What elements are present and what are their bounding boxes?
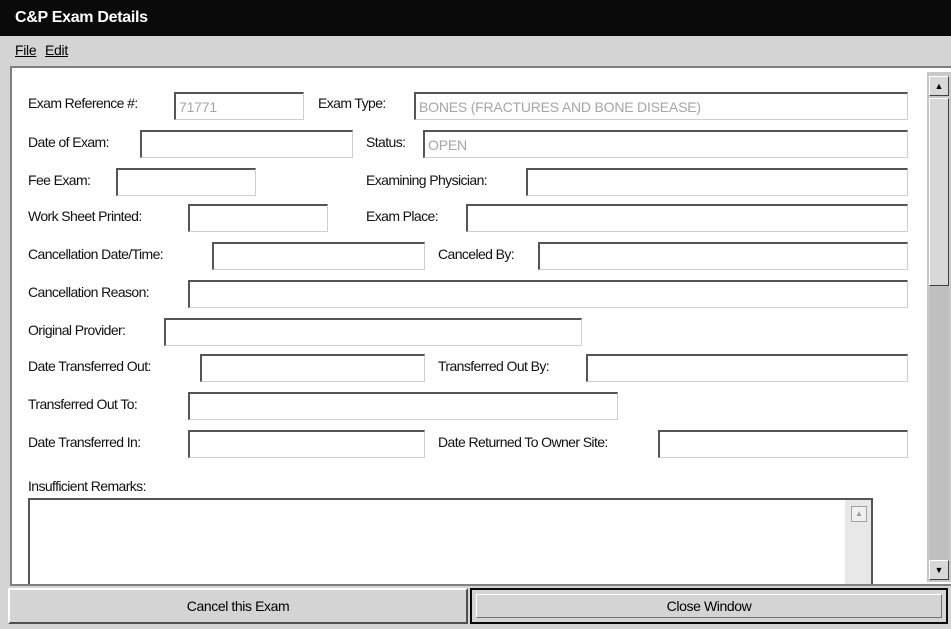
cancellation-datetime-field[interactable] bbox=[212, 242, 425, 270]
cancel-exam-label: Cancel this Exam bbox=[186, 598, 290, 614]
exam-place-label: Exam Place: bbox=[366, 208, 439, 224]
exam-type-label: Exam Type: bbox=[318, 95, 386, 111]
canceled-by-label: Canceled By: bbox=[438, 246, 515, 262]
window-title: C&P Exam Details bbox=[15, 9, 148, 26]
status-label: Status: bbox=[366, 134, 406, 150]
insufficient-remarks-textarea[interactable]: ▲ bbox=[28, 498, 873, 584]
close-window-focus-frame: Close Window bbox=[476, 594, 942, 618]
cancel-exam-button[interactable]: Cancel this Exam bbox=[8, 588, 468, 624]
original-provider-label: Original Provider: bbox=[28, 322, 126, 338]
cancellation-reason-field[interactable] bbox=[188, 280, 908, 308]
status-field[interactable]: OPEN bbox=[423, 130, 908, 158]
transferred-out-to-field[interactable] bbox=[188, 392, 618, 420]
date-returned-label: Date Returned To Owner Site: bbox=[438, 434, 608, 450]
menu-edit[interactable]: Edit bbox=[45, 42, 68, 58]
cancellation-datetime-label: Cancellation Date/Time: bbox=[28, 246, 164, 262]
date-of-exam-field[interactable] bbox=[140, 130, 353, 158]
exam-type-field[interactable]: BONES (FRACTURES AND BONE DISEASE) bbox=[414, 92, 908, 120]
date-transferred-in-label: Date Transferred In: bbox=[28, 434, 141, 450]
form-panel: Exam Reference #: 71771 Exam Type: BONES… bbox=[10, 66, 951, 586]
date-transferred-out-label: Date Transferred Out: bbox=[28, 358, 151, 374]
scroll-thumb[interactable] bbox=[929, 98, 949, 286]
date-returned-field[interactable] bbox=[658, 430, 908, 458]
exam-reference-field[interactable]: 71771 bbox=[174, 92, 304, 120]
title-bar: C&P Exam Details bbox=[0, 0, 951, 36]
fee-exam-label: Fee Exam: bbox=[28, 172, 91, 188]
date-of-exam-label: Date of Exam: bbox=[28, 134, 110, 150]
canceled-by-field[interactable] bbox=[538, 242, 908, 270]
date-transferred-in-field[interactable] bbox=[188, 430, 425, 458]
remarks-scrollbar[interactable]: ▲ bbox=[845, 500, 871, 584]
remarks-scroll-up-icon[interactable]: ▲ bbox=[851, 506, 867, 522]
scroll-track[interactable] bbox=[929, 286, 949, 560]
examining-physician-label: Examining Physician: bbox=[366, 172, 488, 188]
main-vertical-scrollbar[interactable]: ▲ ▼ bbox=[927, 72, 951, 582]
transferred-out-by-field[interactable] bbox=[586, 354, 908, 382]
examining-physician-field[interactable] bbox=[526, 168, 908, 196]
insufficient-remarks-label: Insufficient Remarks: bbox=[28, 478, 146, 494]
worksheet-printed-field[interactable] bbox=[188, 204, 328, 232]
transferred-out-to-label: Transferred Out To: bbox=[28, 396, 138, 412]
transferred-out-by-label: Transferred Out By: bbox=[438, 358, 550, 374]
date-transferred-out-field[interactable] bbox=[200, 354, 425, 382]
cancellation-reason-label: Cancellation Reason: bbox=[28, 284, 150, 300]
fee-exam-field[interactable] bbox=[116, 168, 256, 196]
worksheet-printed-label: Work Sheet Printed: bbox=[28, 208, 142, 224]
exam-reference-label: Exam Reference #: bbox=[28, 95, 138, 111]
menu-edit-label: Edit bbox=[45, 42, 68, 58]
menu-file[interactable]: File bbox=[15, 42, 37, 58]
menu-bar: File Edit bbox=[0, 36, 951, 66]
scroll-up-icon[interactable]: ▲ bbox=[929, 76, 949, 96]
scroll-down-icon[interactable]: ▼ bbox=[929, 560, 949, 580]
close-window-button[interactable]: Close Window bbox=[470, 588, 948, 624]
menu-file-label: File bbox=[15, 42, 37, 58]
close-window-label: Close Window bbox=[666, 598, 752, 614]
exam-details-window: C&P Exam Details File Edit Exam Referenc… bbox=[0, 0, 951, 629]
original-provider-field[interactable] bbox=[164, 318, 582, 346]
exam-place-field[interactable] bbox=[466, 204, 908, 232]
